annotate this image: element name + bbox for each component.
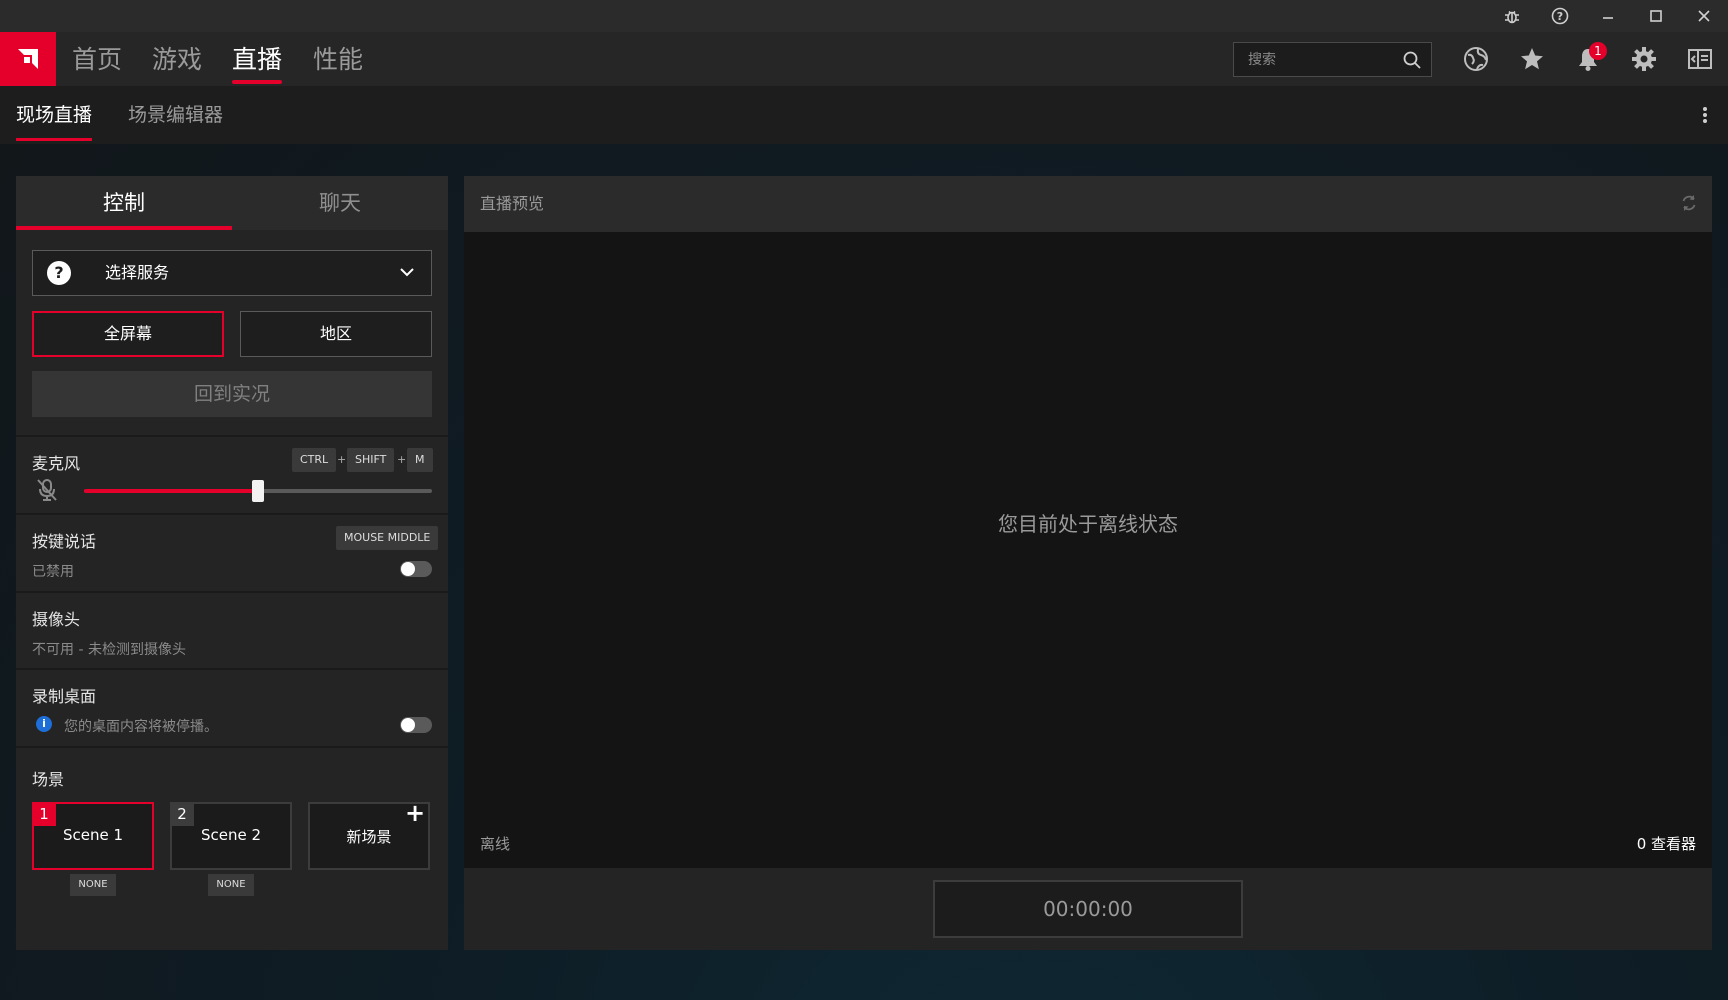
stream-preview-panel: 直播预览 您目前处于离线状态 离线 0 查看器 00:00:00 (464, 176, 1712, 950)
plus-sign: + (337, 453, 347, 466)
offline-message: 您目前处于离线状态 (998, 512, 1178, 536)
scene-number: 1 (32, 802, 56, 826)
preview-title: 直播预览 (480, 194, 545, 213)
mic-title: 麦克风 (32, 454, 81, 473)
slider-fill (84, 489, 258, 493)
minimize-icon[interactable] (1586, 0, 1630, 32)
control-panel: 控制 聊天 ? 选择服务 全屏幕 地区 回到实况 麦克风 CTRL + SHIF… (16, 176, 448, 950)
scene-hotkey-tag: NONE (70, 874, 116, 896)
notification-badge: 1 (1589, 42, 1607, 60)
divider (16, 513, 448, 515)
new-scene-button[interactable]: + 新场景 (308, 799, 430, 870)
question-icon: ? (47, 261, 71, 285)
tab-chat[interactable]: 聊天 (232, 176, 448, 230)
maximize-icon[interactable] (1634, 0, 1678, 32)
settings-gear-icon[interactable] (1628, 43, 1660, 75)
hotkey-shift: SHIFT (347, 448, 395, 472)
select-service-dropdown[interactable]: ? 选择服务 (32, 250, 432, 296)
viewer-count: 0 查看器 (1636, 835, 1696, 853)
record-desktop-title: 录制桌面 (32, 687, 97, 706)
star-icon[interactable] (1516, 43, 1548, 75)
more-options-icon[interactable] (1702, 106, 1708, 124)
hotkey-mouse-middle: MOUSE MIDDLE (336, 526, 439, 550)
slider-thumb[interactable] (252, 480, 264, 502)
mic-volume-slider[interactable] (84, 480, 432, 502)
globe-icon[interactable] (1460, 43, 1492, 75)
ptt-toggle[interactable] (400, 561, 432, 577)
nav-tab-performance[interactable]: 性能 (313, 32, 363, 86)
tab-control[interactable]: 控制 (16, 176, 232, 230)
bug-report-icon[interactable] (1490, 0, 1534, 32)
stream-timer: 00:00:00 (933, 880, 1243, 938)
region-button[interactable]: 地区 (240, 311, 432, 357)
camera-status: 不可用 - 未检测到摄像头 (32, 642, 186, 658)
plus-sign: + (397, 453, 407, 466)
scene-number: 2 (170, 802, 194, 826)
service-label: 选择服务 (105, 263, 170, 282)
ptt-title: 按键说话 (32, 532, 97, 551)
divider (16, 591, 448, 593)
amd-logo[interactable] (0, 32, 56, 86)
preview-area: 您目前处于离线状态 离线 0 查看器 (464, 232, 1712, 868)
nav-tab-games[interactable]: 游戏 (152, 32, 202, 86)
new-scene-label: 新场景 (346, 828, 392, 846)
divider (16, 746, 448, 748)
divider (16, 435, 448, 437)
scene-card-2[interactable]: 2 Scene 2 (170, 802, 292, 870)
chevron-down-icon (399, 266, 415, 278)
fullscreen-button[interactable]: 全屏幕 (32, 311, 224, 357)
hotkey-m: M (407, 448, 433, 472)
refresh-icon[interactable] (1680, 194, 1698, 212)
nav-tab-home[interactable]: 首页 (72, 32, 122, 86)
sub-nav: 现场直播 场景编辑器 (0, 86, 1728, 144)
scene-name: Scene 2 (200, 826, 262, 844)
notification-bell-icon[interactable]: 1 (1572, 42, 1607, 75)
stream-status: 离线 (480, 835, 511, 853)
nav-tab-streaming[interactable]: 直播 (232, 32, 283, 86)
main-nav: 首页 游戏 直播 性能 1 (0, 32, 1728, 86)
back-to-live-button[interactable]: 回到实况 (32, 371, 432, 417)
subtab-live-stream[interactable]: 现场直播 (16, 86, 93, 144)
mic-muted-icon[interactable] (36, 478, 58, 502)
svg-text:?: ? (1557, 10, 1563, 23)
subtab-scene-editor[interactable]: 场景编辑器 (128, 86, 223, 144)
scene-name: Scene 1 (62, 826, 124, 844)
plus-icon: + (404, 799, 426, 827)
info-icon: i (36, 716, 52, 732)
search-input[interactable] (1234, 43, 1394, 76)
preview-header: 直播预览 (464, 176, 1712, 232)
help-icon[interactable]: ? (1538, 0, 1582, 32)
hotkey-ctrl: CTRL (292, 448, 337, 472)
panel-tabs: 控制 聊天 (16, 176, 448, 230)
record-desktop-note: 您的桌面内容将被停播。 (64, 719, 218, 735)
search-icon[interactable] (1402, 50, 1422, 70)
title-bar: ? (0, 0, 1728, 32)
close-icon[interactable] (1682, 0, 1726, 32)
search-box (1233, 42, 1432, 77)
record-desktop-toggle[interactable] (400, 717, 432, 733)
scenes-title: 场景 (32, 770, 65, 789)
scene-card-1[interactable]: 1 Scene 1 (32, 802, 154, 870)
sidebar-panel-icon[interactable] (1684, 43, 1716, 75)
scene-hotkey-tag: NONE (208, 874, 254, 896)
divider (16, 668, 448, 670)
ptt-status: 已禁用 (32, 564, 74, 580)
camera-title: 摄像头 (32, 610, 81, 629)
